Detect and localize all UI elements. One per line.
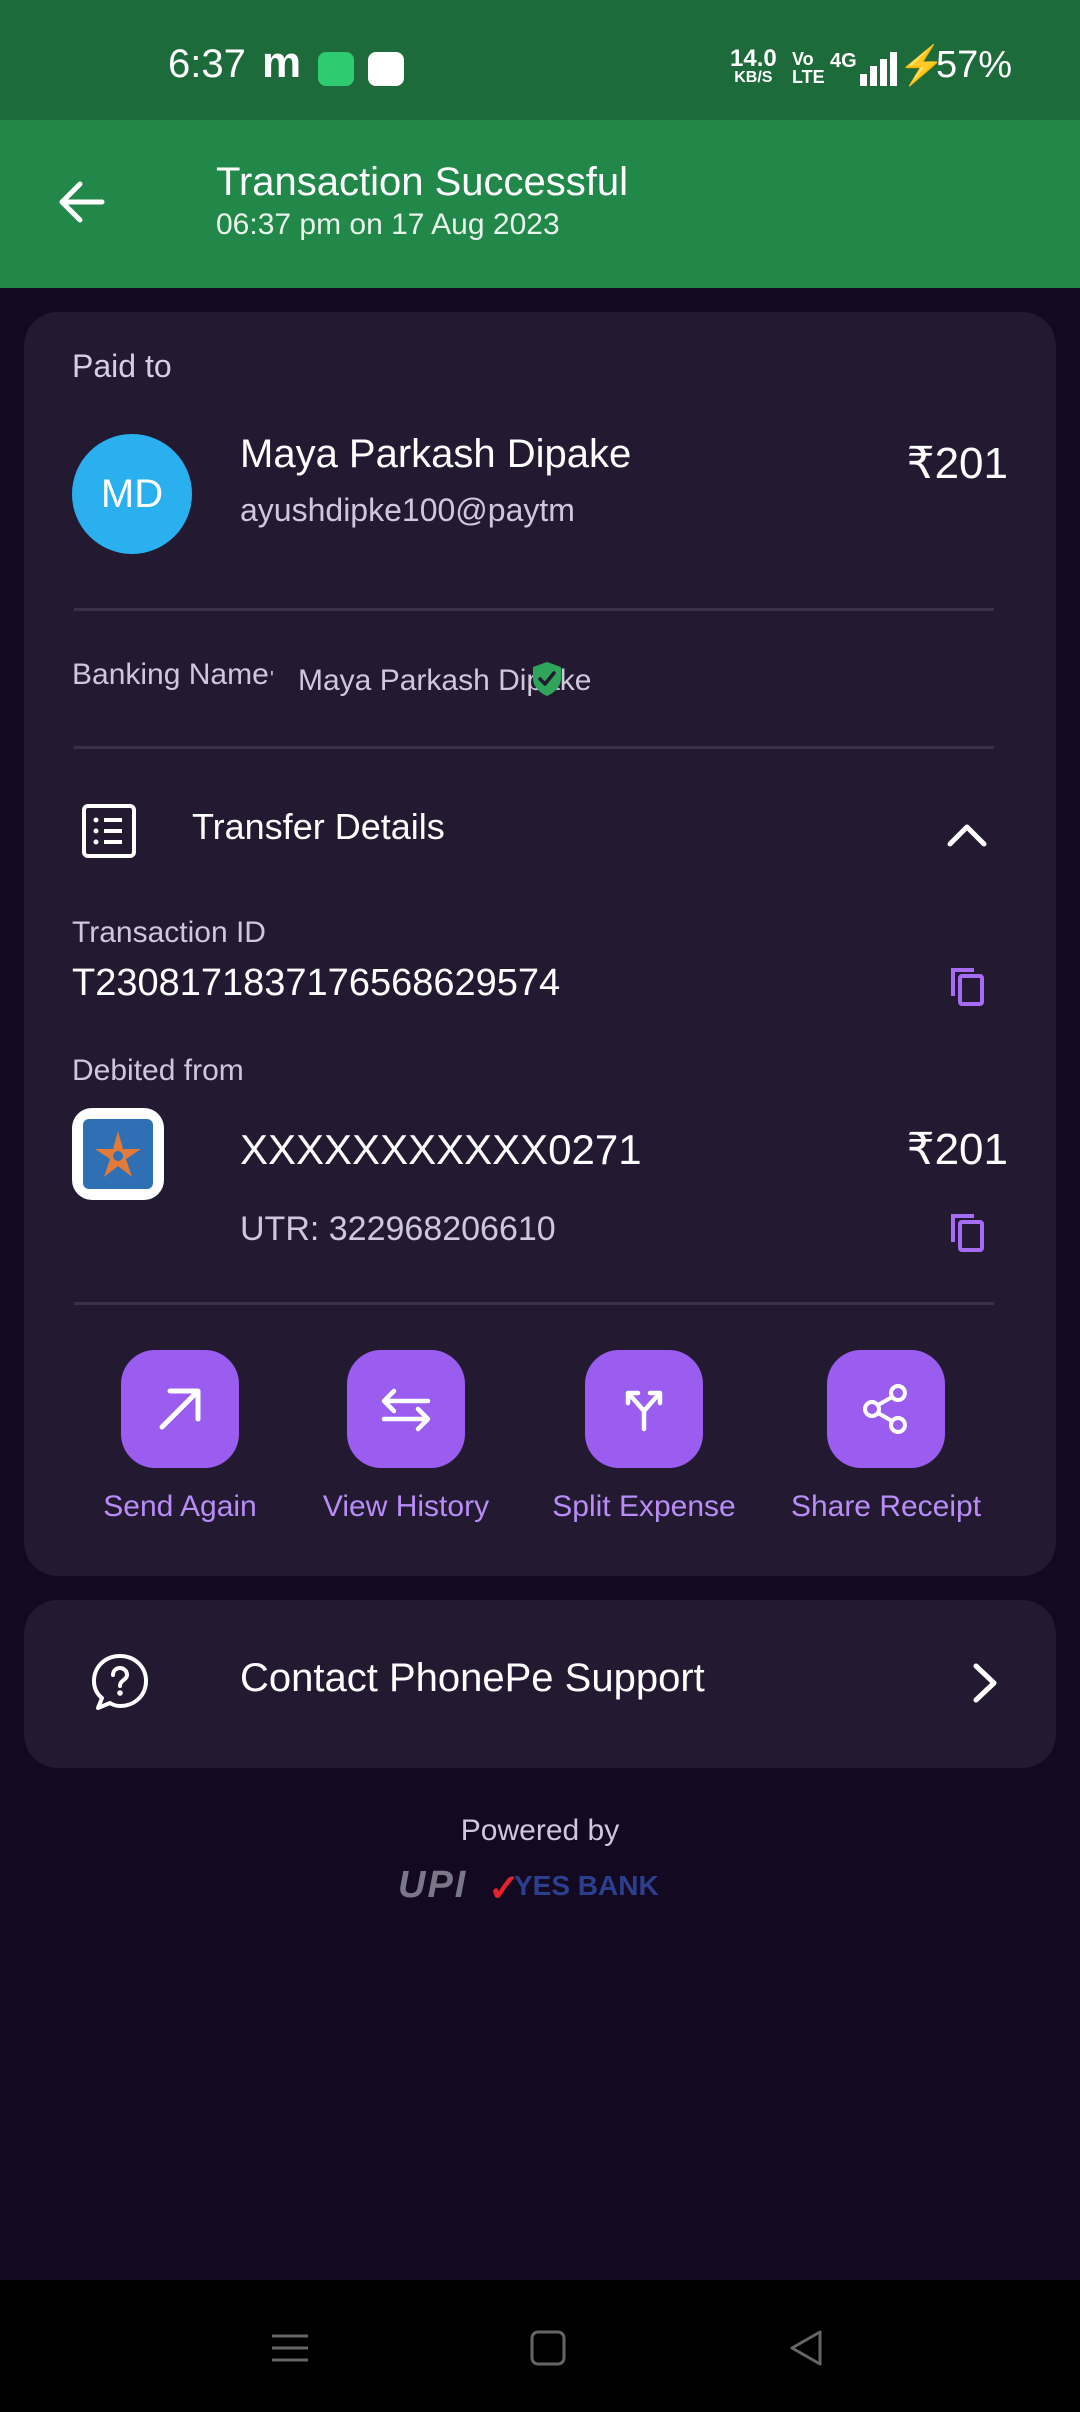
debit-account-number: XXXXXXXXXXX0271 [240, 1126, 642, 1173]
banking-name-separator: ' [270, 668, 274, 690]
app-notification-icon-2 [368, 52, 404, 86]
split-expense-label: Split Expense [552, 1490, 736, 1523]
message-notification-icon [318, 52, 354, 86]
transaction-timestamp: 06:37 pm on 17 Aug 2023 [216, 208, 560, 241]
send-again-label: Send Again [103, 1490, 257, 1523]
battery-percent: 57% [936, 44, 1013, 86]
app-notification-icon: m [262, 38, 302, 87]
home-icon[interactable] [526, 2326, 570, 2370]
partner-logos: UPI ✓ YES BANK [398, 1862, 688, 1914]
banking-name-label: Banking Name [72, 658, 269, 691]
arrow-up-right-icon [159, 1388, 201, 1430]
split-expense-icon-button[interactable] [585, 1350, 703, 1468]
divider [74, 746, 994, 749]
share-icon [863, 1384, 907, 1434]
bank-star-icon [95, 1131, 141, 1177]
verified-shield-icon [533, 662, 561, 696]
send-again-button[interactable]: Send Again [80, 1350, 280, 1524]
share-receipt-label: Share Receipt [790, 1490, 982, 1523]
menu-icon[interactable] [268, 2326, 312, 2370]
send-again-icon-button[interactable] [121, 1350, 239, 1468]
split-expense-button[interactable]: Split Expense [544, 1350, 744, 1524]
utr-number: UTR: 322968206610 [240, 1210, 556, 1248]
chevron-right-icon [973, 1663, 997, 1703]
avatar: MD [72, 434, 192, 554]
divider [74, 608, 994, 611]
status-bar: 6:37 m 14.0 KB/S Vo LTE 4G ⚡ 57% [0, 0, 1080, 120]
help-chat-icon [92, 1654, 148, 1710]
split-icon [625, 1390, 663, 1432]
status-time: 6:37 [168, 42, 246, 86]
network-speed: 14.0 KB/S [730, 45, 777, 86]
signal-icon [858, 52, 902, 86]
share-receipt-icon-button[interactable] [827, 1350, 945, 1468]
copy-icon[interactable] [948, 966, 986, 1008]
debited-amount: ₹201 [906, 1125, 1008, 1174]
contact-support-label: Contact PhonePe Support [240, 1656, 705, 1700]
transfer-details-title[interactable]: Transfer Details [192, 806, 445, 848]
copy-icon[interactable] [948, 1212, 986, 1254]
transaction-card: Paid to MD Maya Parkash Dipake ayushdipk… [24, 312, 1056, 1576]
upi-logo: UPI [398, 1864, 468, 1906]
paid-amount: ₹201 [906, 439, 1008, 488]
transaction-id: T2308171837176568629574 [72, 962, 561, 1004]
payee-name: Maya Parkash Dipake [240, 432, 632, 476]
volte-icon: Vo LTE [792, 49, 825, 87]
view-history-icon-button[interactable] [347, 1350, 465, 1468]
network-type: 4G [830, 50, 857, 72]
contact-support-row[interactable]: Contact PhonePe Support [24, 1600, 1056, 1768]
receipt-list-icon [82, 804, 136, 858]
yes-bank-logo: YES BANK [514, 1870, 659, 1901]
view-history-button[interactable]: View History [306, 1350, 506, 1524]
bank-logo [72, 1108, 164, 1200]
arrows-swap-icon [381, 1388, 431, 1432]
page-title: Transaction Successful [216, 160, 629, 204]
view-history-label: View History [322, 1490, 490, 1523]
powered-by-label: Powered by [460, 1814, 620, 1847]
paid-to-label: Paid to [72, 348, 172, 384]
divider [74, 1302, 994, 1305]
back-arrow-icon[interactable] [52, 172, 112, 232]
back-nav-icon[interactable] [784, 2326, 828, 2370]
share-receipt-button[interactable]: Share Receipt [786, 1350, 986, 1524]
debited-from-label: Debited from [72, 1054, 244, 1087]
payee-upi-id: ayushdipke100@paytm [240, 492, 575, 528]
transaction-id-label: Transaction ID [72, 916, 266, 949]
chevron-up-icon[interactable] [946, 814, 988, 856]
